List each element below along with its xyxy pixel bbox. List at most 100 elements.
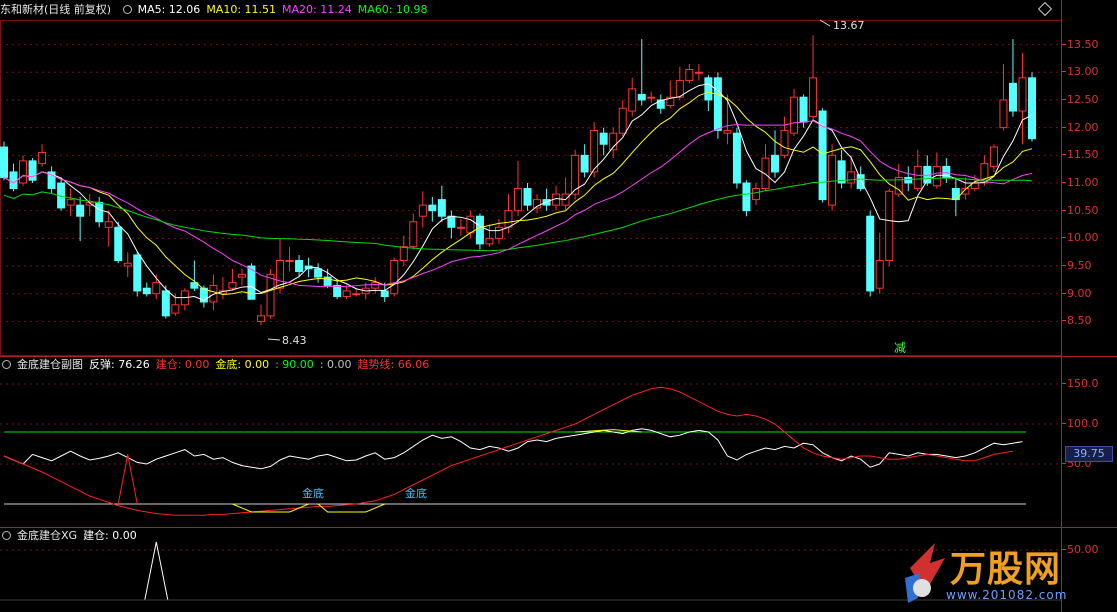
legend-item: : 90.00	[275, 358, 314, 371]
gold-bottom-segment	[317, 503, 385, 513]
candle-body	[475, 215, 484, 245]
candle-body	[847, 171, 856, 184]
axis-tick-label: 12.50	[1062, 92, 1099, 106]
candle-body	[19, 160, 28, 184]
candle-body	[266, 273, 275, 317]
low-price-pointer	[267, 338, 281, 341]
candle-body	[637, 93, 646, 101]
main-panel-header: 东和新材(日线 前复权) MA5: 12.06 MA10: 11.51 MA20: …	[0, 2, 439, 18]
sub-panel2-legend: 建仓: 0.00	[83, 529, 143, 542]
period-label[interactable]: (日线 前复权)	[44, 3, 111, 16]
candle-body	[504, 210, 513, 228]
candle-body	[771, 154, 779, 173]
candle-body	[123, 262, 132, 267]
logo-mascot-icon	[905, 543, 945, 603]
candle-body	[485, 237, 494, 245]
candle-body	[694, 71, 703, 74]
legend-item: MA5: 12.06	[137, 3, 201, 16]
chart-canvas[interactable]: 13.67 8.43 减金底 金底	[0, 0, 1117, 612]
candle-body	[456, 226, 465, 229]
candle-body	[885, 190, 894, 261]
reduce-marker: 减	[894, 341, 906, 355]
candle-body	[514, 188, 522, 212]
candle-body	[314, 268, 323, 278]
candle-body	[685, 69, 694, 82]
gold-bottom-label: 金底	[302, 486, 324, 500]
candle-body	[399, 246, 408, 262]
candle-body	[295, 260, 304, 273]
axis-tick-label: 9.00	[1062, 286, 1092, 300]
price-axis: 13.50 13.00 12.50 12.00 11.50 11.00 10.50 10.00…	[1062, 0, 1117, 612]
candle-body	[989, 146, 998, 167]
candle-body	[618, 107, 627, 134]
candle-body	[866, 215, 875, 292]
candle-body	[628, 88, 637, 112]
candle-body	[380, 290, 389, 297]
candle-body	[161, 290, 170, 317]
candle-body	[1028, 77, 1036, 140]
candle-body	[837, 160, 846, 184]
axis-tick-label: 8.50	[1062, 314, 1092, 328]
rebound-line	[3, 428, 1023, 470]
candle-body	[580, 154, 589, 173]
axis-tick-label: 11.50	[1062, 148, 1099, 162]
axis-tick-label: 12.00	[1062, 120, 1099, 134]
indicator-toggle-icon[interactable]	[122, 5, 132, 14]
legend-item: 反弹: 76.26	[89, 358, 150, 371]
candle-body	[742, 182, 751, 212]
candle-body	[428, 204, 437, 212]
candle-body	[171, 304, 180, 314]
legend-item: 建仓: 0.00	[83, 529, 137, 542]
axis-tick-label: 11.00	[1062, 176, 1099, 189]
gold-bottom-label: 金底	[405, 486, 427, 500]
candle-body	[523, 188, 532, 206]
candle-body	[342, 290, 351, 297]
candle-body	[751, 188, 760, 201]
axis-tick-label: 100.0	[1062, 417, 1099, 430]
candle-body	[333, 284, 342, 297]
candle-body	[437, 199, 446, 217]
stock-name[interactable]: 东和新材	[0, 3, 44, 16]
candle-body	[713, 77, 722, 131]
candle-body	[599, 132, 608, 145]
legend-item: MA20: 11.24	[282, 3, 352, 16]
candle-body	[95, 201, 104, 223]
candle-body	[913, 165, 922, 190]
candle-body	[875, 260, 884, 289]
sub-panel2-title[interactable]: 金底建仓XG	[17, 529, 77, 542]
axis-tick-label: 150.0	[1062, 377, 1099, 390]
candle-body	[494, 226, 503, 239]
candle-body	[790, 96, 799, 134]
candle-body	[447, 215, 456, 228]
logo-word: 万股网	[950, 549, 1062, 590]
build-signal-spike	[117, 454, 138, 505]
candle-body	[590, 129, 599, 173]
candle-body	[285, 260, 294, 262]
candle-body	[828, 154, 837, 206]
candle-body	[856, 174, 865, 190]
candle-body	[9, 171, 18, 190]
candle-body	[228, 282, 237, 289]
sub-panel1-title[interactable]: 金底建仓副图	[17, 358, 83, 371]
candle-body	[352, 293, 361, 296]
candle-body	[114, 226, 123, 262]
candle-body	[76, 204, 85, 217]
indicator-toggle-icon[interactable]	[2, 360, 11, 369]
candle-body	[418, 204, 427, 217]
legend-item: : 0.00	[319, 358, 352, 371]
stock-chart-app: 13.67 8.43 减金底 金底 东和新材(日线 前复权) MA5: 12.06 MA…	[0, 0, 1117, 612]
candle-body	[951, 188, 960, 201]
sub-panel1-legend: 反弹: 76.26 建仓: 0.00 金底: 0.00: 90.00: 0.00 趋势…	[89, 358, 435, 371]
candle-body	[0, 146, 8, 178]
candle-body	[28, 160, 37, 181]
legend-item: MA60: 10.98	[357, 3, 428, 16]
axis-tick-label: 13.00	[1062, 65, 1099, 79]
indicator-toggle-icon[interactable]	[2, 531, 11, 540]
logo-url: www.201082.com	[946, 588, 1068, 602]
candle-body	[723, 129, 732, 134]
candle-body	[371, 282, 380, 289]
candle-body	[66, 199, 75, 206]
candle-body	[142, 287, 151, 295]
candle-body	[257, 315, 265, 322]
candle-body	[152, 282, 161, 295]
